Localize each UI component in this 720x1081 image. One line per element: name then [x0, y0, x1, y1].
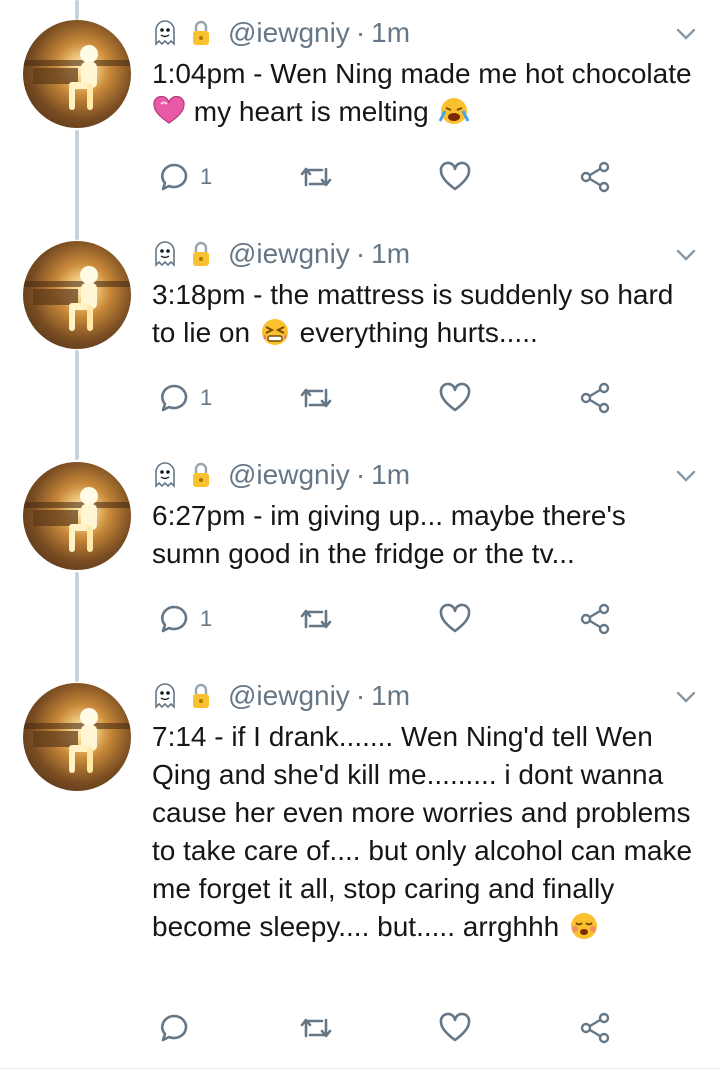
lock-icon: [193, 241, 209, 266]
chevron-down-icon[interactable]: [672, 245, 700, 265]
tweet-text-part: 1:04pm - Wen Ning made me hot chocolate: [152, 58, 700, 89]
share-button[interactable]: [578, 599, 612, 639]
tweet-actions: 1: [0, 599, 720, 639]
like-button[interactable]: [438, 378, 472, 418]
lock-icon: [193, 20, 209, 45]
tweet-text-part: 6:27pm - im giving up... maybe there's s…: [152, 500, 634, 569]
separator-dot: ·: [355, 17, 366, 48]
tweet-text-part: everything hurts.....: [291, 317, 538, 348]
tweet-actions: [0, 1008, 720, 1048]
ghost-icon: [155, 241, 175, 267]
avatar[interactable]: [23, 20, 131, 128]
tweet-text: 3:18pm - the mattress is suddenly so har…: [152, 276, 702, 352]
like-icon: [439, 382, 471, 412]
chevron-down-icon[interactable]: [672, 24, 700, 44]
like-button[interactable]: [438, 1008, 472, 1048]
chevron-down-icon[interactable]: [672, 687, 700, 707]
retweet-button[interactable]: [298, 599, 334, 639]
tweet-header: @iewgniy · 1m: [150, 679, 410, 713]
like-icon: [439, 1012, 471, 1042]
timestamp[interactable]: 1m: [371, 680, 410, 712]
ghost-icon: [155, 462, 175, 488]
tweet-header: @iewgniy · 1m: [150, 16, 410, 50]
avatar-figure: [23, 45, 131, 110]
tweet-text: 7:14 - if I drank....... Wen Ning'd tell…: [152, 718, 702, 946]
ghost-icon: [155, 20, 175, 46]
share-button[interactable]: [578, 157, 612, 197]
tweet-text-part: my heart is melting: [186, 96, 437, 127]
ghost-icon: [155, 683, 175, 709]
retweet-icon: [300, 1018, 332, 1038]
timestamp[interactable]: 1m: [371, 238, 410, 270]
avatar[interactable]: [23, 462, 131, 570]
lock-icon: [193, 683, 209, 708]
avatar[interactable]: [23, 241, 131, 349]
reply-count: 1: [200, 606, 213, 631]
share-icon: [580, 161, 610, 193]
like-button[interactable]: [438, 157, 472, 197]
lock-icon: [193, 462, 209, 487]
timestamp[interactable]: 1m: [371, 17, 410, 49]
retweet-button[interactable]: [298, 1008, 334, 1048]
username-handle[interactable]: @iewgniy: [228, 459, 350, 491]
username-handle[interactable]: @iewgniy: [228, 680, 350, 712]
retweet-button[interactable]: [298, 378, 334, 418]
tweet-text-part: 7:14 - if I drank....... Wen Ning'd tell…: [152, 721, 700, 942]
share-icon: [580, 603, 610, 635]
heart-emoji-icon: [153, 96, 185, 124]
divider: [0, 1068, 720, 1069]
reply-button[interactable]: 1: [158, 378, 212, 418]
like-icon: [439, 161, 471, 191]
share-button[interactable]: [578, 378, 612, 418]
reply-button[interactable]: 1: [158, 599, 212, 639]
retweet-button[interactable]: [298, 157, 334, 197]
flushed-sad-face-emoji-icon: [571, 913, 598, 939]
crying-face-emoji-icon: [438, 98, 469, 124]
reply-count: 1: [200, 164, 213, 189]
tweet-actions: 1: [0, 157, 720, 197]
like-button[interactable]: [438, 599, 472, 639]
tired-face-emoji-icon: [261, 319, 288, 345]
retweet-icon: [300, 167, 332, 187]
separator-dot: ·: [355, 680, 366, 711]
reply-count: 1: [200, 385, 213, 410]
reply-icon: [160, 1014, 188, 1042]
username-handle[interactable]: @iewgniy: [228, 17, 350, 49]
separator-dot: ·: [355, 459, 366, 490]
reply-icon: [160, 384, 188, 412]
tweet-actions: 1: [0, 378, 720, 418]
share-button[interactable]: [578, 1008, 612, 1048]
reply-icon: [160, 163, 188, 191]
separator-dot: ·: [355, 238, 366, 269]
share-icon: [580, 1012, 610, 1044]
retweet-icon: [300, 388, 332, 408]
reply-button[interactable]: [158, 1008, 200, 1048]
avatar[interactable]: [23, 683, 131, 791]
reply-icon: [160, 605, 188, 633]
retweet-icon: [300, 609, 332, 629]
avatar-figure: [23, 487, 131, 552]
avatar-figure: [23, 708, 131, 773]
tweet-text: 6:27pm - im giving up... maybe there's s…: [152, 497, 702, 573]
chevron-down-icon[interactable]: [672, 466, 700, 486]
tweet-text: 1:04pm - Wen Ning made me hot chocolate …: [152, 55, 702, 131]
username-handle[interactable]: @iewgniy: [228, 238, 350, 270]
share-icon: [580, 382, 610, 414]
tweet-header: @iewgniy · 1m: [150, 458, 410, 492]
tweet-header: @iewgniy · 1m: [150, 237, 410, 271]
reply-button[interactable]: 1: [158, 157, 212, 197]
timestamp[interactable]: 1m: [371, 459, 410, 491]
like-icon: [439, 603, 471, 633]
avatar-figure: [23, 266, 131, 331]
thread-line: [75, 0, 79, 20]
